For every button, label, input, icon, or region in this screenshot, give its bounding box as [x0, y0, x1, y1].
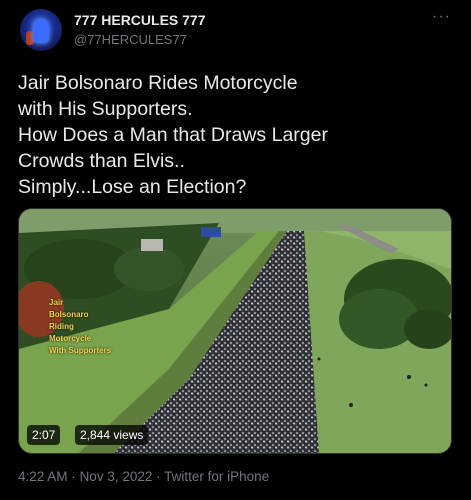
video-overlay-caption: Jair Bolsonaro Riding Motorcycle With Su…	[49, 297, 111, 357]
overlay-caption-line: Bolsonaro	[49, 310, 89, 319]
meta-separator: ·	[156, 469, 161, 484]
author-handle[interactable]: @77HERCULES77	[74, 32, 187, 47]
tweet-time[interactable]: 4:22 AM	[18, 469, 68, 484]
video-views-badge: 2,844 views	[75, 425, 149, 445]
tweet-text-line: with His Supporters.	[18, 98, 193, 120]
tweet-text-line: Jair Bolsonaro Rides Motorcycle	[18, 72, 298, 94]
tweet-text: Jair Bolsonaro Rides Motorcycle with His…	[18, 70, 458, 200]
video-player[interactable]: Jair Bolsonaro Riding Motorcycle With Su…	[18, 208, 452, 454]
avatar[interactable]	[20, 9, 62, 51]
tweet-metadata: 4:22 AM · Nov 3, 2022 · Twitter for iPho…	[18, 469, 269, 484]
tweet-source[interactable]: Twitter for iPhone	[164, 469, 269, 484]
overlay-caption-line: With Supporters	[49, 346, 112, 355]
tweet-text-line: Simply...Lose an Election?	[18, 176, 247, 198]
video-duration-badge: 2:07	[27, 425, 61, 445]
avatar-figure	[33, 19, 49, 43]
overlay-caption-line: Motorcycle	[49, 334, 92, 343]
meta-separator: ·	[71, 469, 76, 484]
more-horizontal-icon[interactable]: ···	[432, 9, 451, 25]
tweet-text-line: Crowds than Elvis..	[18, 150, 185, 172]
tweet-date[interactable]: Nov 3, 2022	[80, 469, 153, 484]
author-display-name[interactable]: 777 HERCULES 777	[74, 12, 206, 28]
overlay-caption-line: Jair	[49, 298, 64, 307]
tweet-text-line: How Does a Man that Draws Larger	[18, 124, 328, 146]
overlay-caption-line: Riding	[49, 322, 74, 331]
tweet: 777 HERCULES 777 @77HERCULES77 ··· Jair …	[0, 0, 471, 500]
